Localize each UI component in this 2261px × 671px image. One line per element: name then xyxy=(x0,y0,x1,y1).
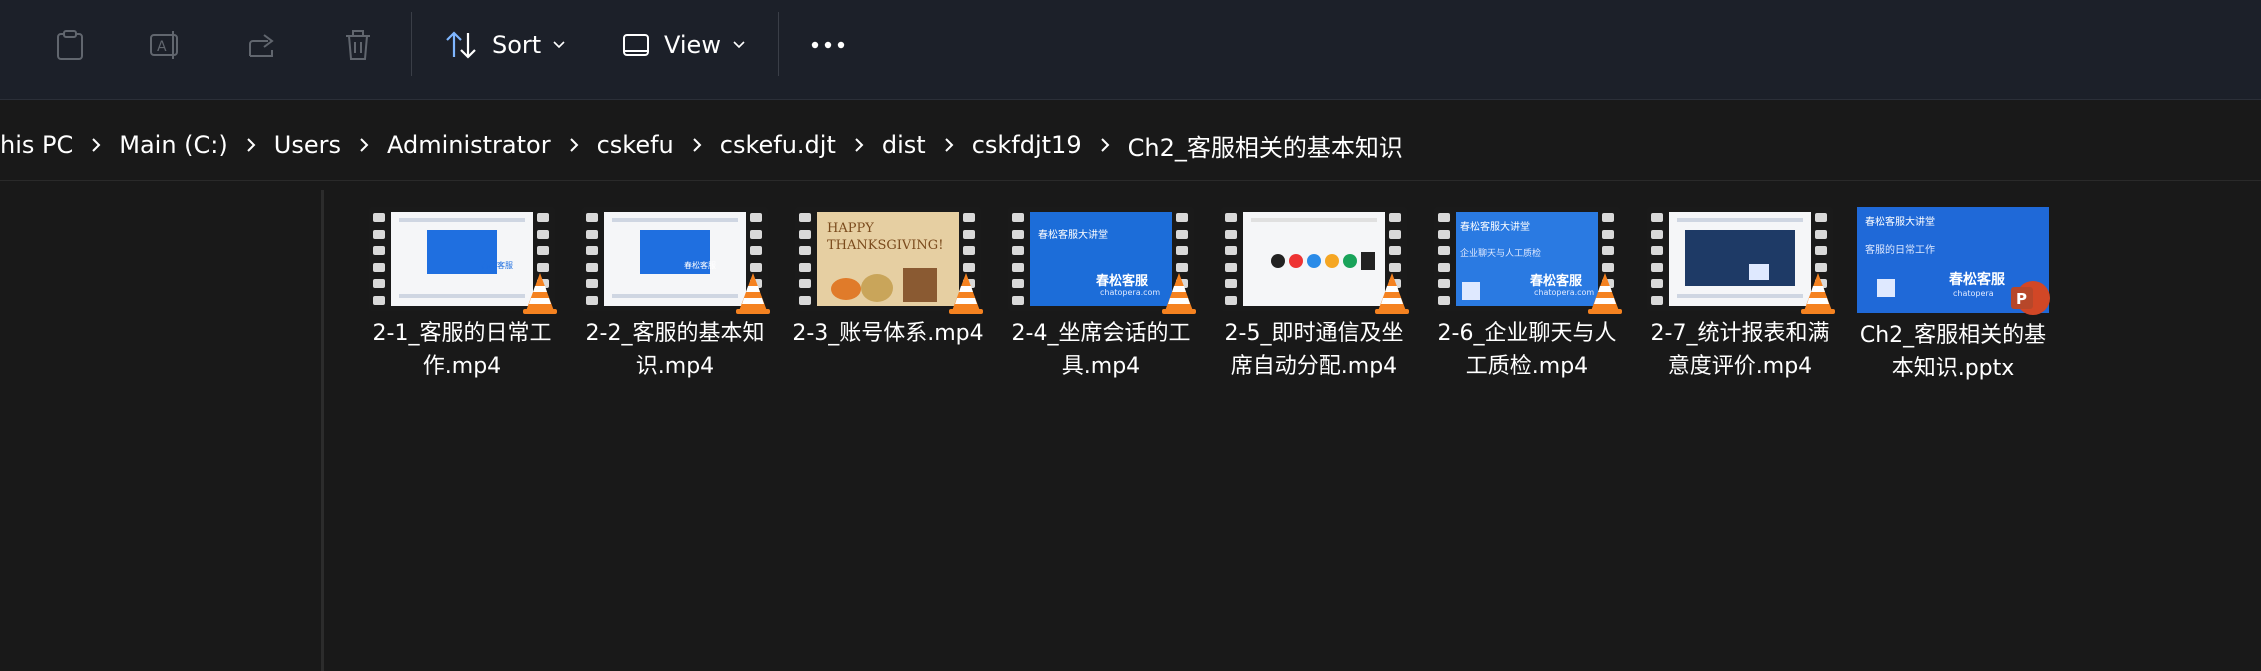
paste-button[interactable] xyxy=(44,14,96,76)
powerpoint-icon: P xyxy=(2011,281,2050,315)
chevron-right-icon[interactable] xyxy=(846,132,872,158)
trash-icon xyxy=(346,30,370,60)
vlc-cone-icon xyxy=(1801,273,1835,314)
share-button[interactable] xyxy=(236,14,288,76)
navigation-pane[interactable] xyxy=(0,181,322,671)
file-item[interactable]: 春松客服 2-1_客服的日常工作.mp4 xyxy=(360,207,564,383)
more-options-button[interactable] xyxy=(800,14,856,76)
vlc-cone-icon xyxy=(1588,273,1622,314)
chevron-right-icon[interactable] xyxy=(238,132,264,158)
chevron-down-icon xyxy=(553,41,565,49)
breadcrumb-current-folder[interactable]: Ch2_客服相关的基本知识 xyxy=(1122,124,1409,167)
file-name: 2-3_账号体系.mp4 xyxy=(792,321,984,346)
view-icon xyxy=(623,34,649,56)
breadcrumb-cskefu[interactable]: cskefu xyxy=(591,127,680,163)
svg-text:P: P xyxy=(2016,290,2027,308)
delete-button[interactable] xyxy=(332,14,384,76)
file-item[interactable]: 2-5_即时通信及坐席自动分配.mp4 xyxy=(1212,207,1416,383)
address-bar[interactable]: his PC Main (C:) Users Administrator csk… xyxy=(0,110,2261,181)
breadcrumb-administrator[interactable]: Administrator xyxy=(381,127,557,163)
file-list[interactable]: 春松客服 2-1_客服的日常工作.mp4 春松客服 2-2_客服的基本知识.mp… xyxy=(324,181,2261,671)
vlc-cone-icon xyxy=(1162,273,1196,314)
chevron-right-icon[interactable] xyxy=(936,132,962,158)
breadcrumb-cskfdjt19[interactable]: cskfdjt19 xyxy=(966,127,1088,163)
sort-button[interactable]: Sort xyxy=(434,14,584,76)
file-item[interactable]: 春松客服大讲堂 春松客服 chatopera.com 2-4_坐席会话的工具.m… xyxy=(999,207,1203,383)
svg-text:A: A xyxy=(157,39,167,55)
file-name: 2-2_客服的基本知识.mp4 xyxy=(585,321,765,379)
video-thumbnail xyxy=(1647,207,1835,314)
video-thumbnail xyxy=(1221,207,1409,314)
sort-label: Sort xyxy=(492,31,542,59)
video-thumbnail: 春松客服 xyxy=(369,207,557,314)
file-name: 2-6_企业聊天与人工质检.mp4 xyxy=(1437,321,1617,379)
view-button[interactable]: View xyxy=(612,14,762,76)
video-thumbnail: 春松客服 xyxy=(582,207,770,314)
file-item[interactable]: 春松客服大讲堂 客服的日常工作 春松客服 chatopera P Ch2_客服相… xyxy=(1851,207,2055,385)
file-item[interactable]: 春松客服 2-2_客服的基本知识.mp4 xyxy=(573,207,777,383)
rename-icon: A xyxy=(150,31,178,59)
file-item[interactable]: HAPPY THANKSGIVING! 2-3_账号体系.mp4 xyxy=(786,207,990,350)
vlc-cone-icon xyxy=(736,273,770,314)
vlc-cone-icon xyxy=(523,273,557,314)
chevron-right-icon[interactable] xyxy=(1092,132,1118,158)
vlc-cone-icon xyxy=(949,273,983,314)
chevron-right-icon[interactable] xyxy=(684,132,710,158)
video-thumbnail: 春松客服大讲堂 企业聊天与人工质检 春松客服 chatopera.com xyxy=(1434,207,1622,314)
sort-icon xyxy=(446,31,476,59)
toolbar-separator xyxy=(411,12,412,76)
view-label: View xyxy=(664,31,721,59)
file-item[interactable]: 2-7_统计报表和满意度评价.mp4 xyxy=(1638,207,1842,383)
breadcrumb-dist[interactable]: dist xyxy=(876,127,932,163)
breadcrumb-users[interactable]: Users xyxy=(268,127,347,163)
file-name: Ch2_客服相关的基本知识.pptx xyxy=(1859,323,2047,381)
chevron-right-icon[interactable] xyxy=(83,132,109,158)
chevron-right-icon[interactable] xyxy=(351,132,377,158)
breadcrumb-main-c[interactable]: Main (C:) xyxy=(113,127,234,163)
toolbar-separator xyxy=(778,12,779,76)
chevron-right-icon[interactable] xyxy=(561,132,587,158)
share-icon xyxy=(249,34,274,57)
vlc-cone-icon xyxy=(1375,273,1409,314)
file-item[interactable]: 春松客服大讲堂 企业聊天与人工质检 春松客服 chatopera.com 2-6… xyxy=(1425,207,1629,383)
breadcrumb-cskefu-djt[interactable]: cskefu.djt xyxy=(714,127,842,163)
pptx-thumbnail: 春松客服大讲堂 客服的日常工作 春松客服 chatopera P xyxy=(1857,207,2050,315)
file-name: 2-4_坐席会话的工具.mp4 xyxy=(1011,321,1191,379)
video-thumbnail: 春松客服大讲堂 春松客服 chatopera.com xyxy=(1008,207,1196,314)
rename-button[interactable]: A xyxy=(140,14,192,76)
clipboard-icon xyxy=(57,30,83,60)
ellipsis-icon xyxy=(811,41,845,49)
video-thumbnail: HAPPY THANKSGIVING! xyxy=(795,207,983,314)
chevron-down-icon xyxy=(733,41,745,49)
file-name: 2-5_即时通信及坐席自动分配.mp4 xyxy=(1224,321,1404,379)
command-bar: A Sort View xyxy=(0,0,2261,100)
breadcrumb-this-pc[interactable]: his PC xyxy=(0,127,79,163)
file-name: 2-7_统计报表和满意度评价.mp4 xyxy=(1650,321,1830,379)
breadcrumb: his PC Main (C:) Users Administrator csk… xyxy=(0,110,1409,180)
file-name: 2-1_客服的日常工作.mp4 xyxy=(372,321,552,379)
